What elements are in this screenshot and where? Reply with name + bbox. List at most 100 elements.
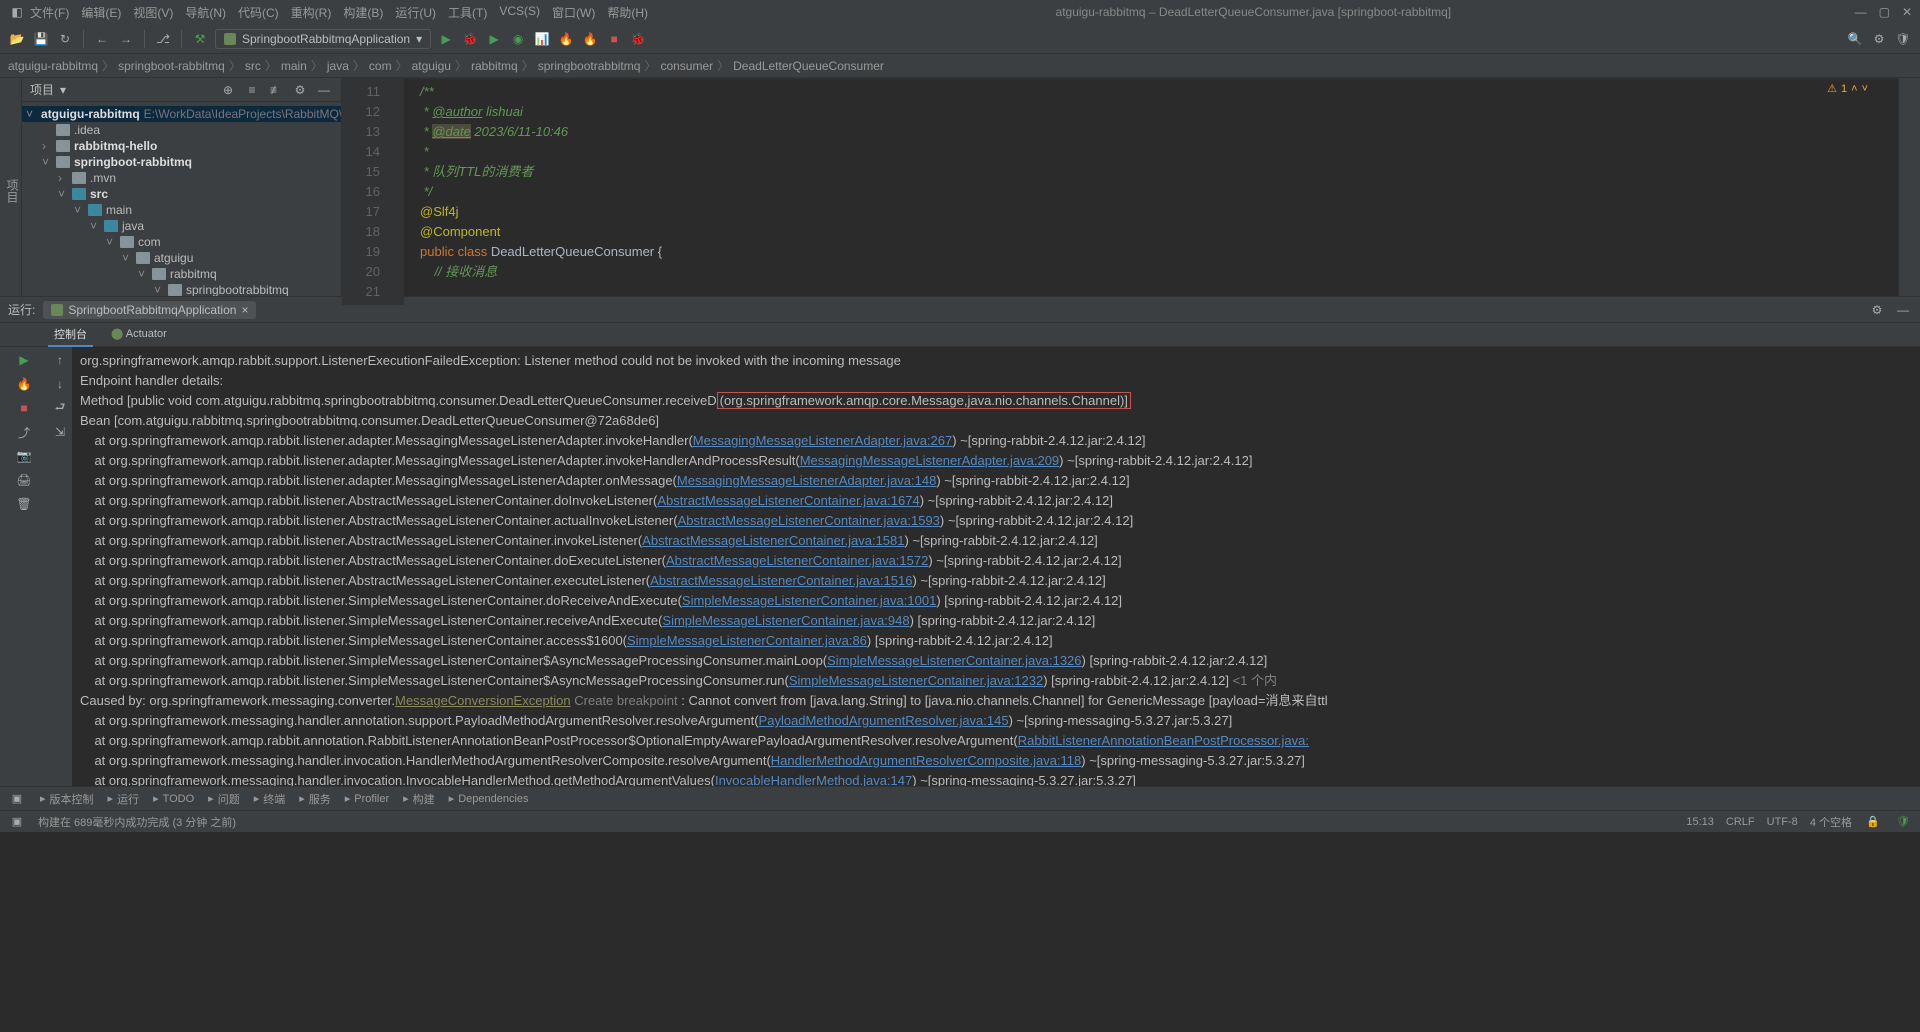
- run-config-selector[interactable]: SpringbootRabbitmqApplication ▾: [215, 29, 431, 49]
- lock-icon[interactable]: 🔒: [1864, 813, 1882, 831]
- vcs-action-icon[interactable]: ⎇: [154, 30, 172, 48]
- coverage-icon[interactable]: ◉: [509, 30, 527, 48]
- right-stripe[interactable]: [1898, 78, 1920, 296]
- breadcrumb-item[interactable]: atguigu-rabbitmq: [8, 59, 98, 73]
- stacktrace-link[interactable]: MessagingMessageListenerAdapter.java:267: [693, 433, 952, 448]
- bottom-tab[interactable]: ▸ TODO: [153, 792, 194, 805]
- stacktrace-link[interactable]: AbstractMessageListenerContainer.java:15…: [666, 553, 928, 568]
- camera-icon[interactable]: 📷: [15, 447, 33, 465]
- left-stripe[interactable]: 项目: [0, 78, 22, 296]
- expand-icon[interactable]: ≢: [267, 81, 285, 99]
- tree-node[interactable]: ˅atguigu: [22, 250, 341, 266]
- stacktrace-link[interactable]: InvocableHandlerMethod.java:147: [715, 773, 912, 786]
- wrap-icon[interactable]: ⮐: [51, 399, 69, 417]
- stop-icon[interactable]: ■: [15, 399, 33, 417]
- hide-icon[interactable]: —: [315, 81, 333, 99]
- stacktrace-link[interactable]: AbstractMessageListenerContainer.java:15…: [650, 573, 912, 588]
- breadcrumb-item[interactable]: main: [281, 59, 307, 73]
- gear-icon[interactable]: ⚙: [1870, 30, 1888, 48]
- stacktrace-link[interactable]: SimpleMessageListenerContainer.java:1232: [789, 673, 1043, 688]
- stacktrace-link[interactable]: AbstractMessageListenerContainer.java:15…: [678, 513, 940, 528]
- shield-icon[interactable]: 🛡: [1894, 30, 1912, 48]
- bottom-tab[interactable]: ▸ 终端: [254, 791, 286, 807]
- tree-node[interactable]: .idea: [22, 122, 341, 138]
- search-icon[interactable]: 🔍: [1846, 30, 1864, 48]
- code-text[interactable]: /** * @author lishuai * @date 2023/6/11-…: [404, 79, 1898, 305]
- stacktrace-link[interactable]: SimpleMessageListenerContainer.java:948: [662, 613, 909, 628]
- minimize-icon[interactable]: —: [1855, 5, 1867, 19]
- shield-icon[interactable]: 🛡: [1894, 813, 1912, 831]
- breadcrumb-item[interactable]: springboot-rabbitmq: [118, 59, 225, 73]
- tree-node[interactable]: ˅springboot-rabbitmq: [22, 154, 341, 170]
- menu-item[interactable]: 视图(V): [129, 2, 177, 23]
- run-icon[interactable]: ▶: [437, 30, 455, 48]
- save-icon[interactable]: 💾: [32, 30, 50, 48]
- refresh-icon[interactable]: ↻: [56, 30, 74, 48]
- tree-node[interactable]: ˅java: [22, 218, 341, 234]
- bottom-tab[interactable]: ▸ Dependencies: [449, 792, 529, 805]
- stacktrace-link[interactable]: SimpleMessageListenerContainer.java:86: [627, 633, 867, 648]
- stacktrace-link[interactable]: MessagingMessageListenerAdapter.java:209: [800, 453, 1059, 468]
- trash-icon[interactable]: 🗑: [15, 495, 33, 513]
- breadcrumb-item[interactable]: src: [245, 59, 261, 73]
- chevron-down-icon[interactable]: ˅: [1862, 83, 1868, 95]
- menu-item[interactable]: 窗口(W): [548, 2, 599, 23]
- rerun-icon[interactable]: 🐞: [629, 30, 647, 48]
- collapse-icon[interactable]: ≡: [243, 81, 261, 99]
- breadcrumb-item[interactable]: DeadLetterQueueConsumer: [733, 59, 884, 73]
- breadcrumb-item[interactable]: java: [327, 59, 349, 73]
- file-encoding[interactable]: UTF-8: [1767, 816, 1798, 828]
- tree-node[interactable]: ›rabbitmq-hello: [22, 138, 341, 154]
- menu-item[interactable]: 导航(N): [181, 2, 230, 23]
- stacktrace-link[interactable]: SimpleMessageListenerContainer.java:1326: [827, 653, 1081, 668]
- bottom-tab[interactable]: ▸ Profiler: [345, 792, 389, 805]
- bottom-tab[interactable]: ▸ 服务: [299, 791, 331, 807]
- tab-console[interactable]: 控制台: [48, 323, 93, 347]
- inspection-warnings[interactable]: ⚠ 1 ˄ ˅: [1827, 82, 1868, 95]
- project-tool-label[interactable]: 项目: [5, 179, 19, 203]
- tab-actuator[interactable]: ⬤ Actuator: [105, 324, 173, 345]
- caret-position[interactable]: 15:13: [1686, 816, 1714, 828]
- attach-icon[interactable]: 🔥: [557, 30, 575, 48]
- tree-node[interactable]: ˅springbootrabbitmq: [22, 282, 341, 296]
- tree-node[interactable]: ˅src: [22, 186, 341, 202]
- tree-root[interactable]: ˅ atguigu-rabbitmq E:\WorkData\IdeaProje…: [22, 106, 341, 122]
- bottom-tab[interactable]: ▸ 运行: [108, 791, 140, 807]
- breadcrumb-item[interactable]: consumer: [660, 59, 713, 73]
- status-icon[interactable]: ▣: [8, 813, 26, 831]
- play2-icon[interactable]: ▶: [485, 30, 503, 48]
- hotswap-icon[interactable]: 🔥: [15, 375, 33, 393]
- stop-icon[interactable]: ■: [605, 30, 623, 48]
- open-icon[interactable]: 📂: [8, 30, 26, 48]
- tree-node[interactable]: ›.mvn: [22, 170, 341, 186]
- stacktrace-link[interactable]: AbstractMessageListenerContainer.java:16…: [657, 493, 919, 508]
- bottom-tab[interactable]: ▸ 构建: [403, 791, 435, 807]
- tree-node[interactable]: ˅main: [22, 202, 341, 218]
- stacktrace-link[interactable]: AbstractMessageListenerContainer.java:15…: [642, 533, 904, 548]
- menu-item[interactable]: 运行(U): [391, 2, 440, 23]
- menu-item[interactable]: 帮助(H): [603, 2, 652, 23]
- up-icon[interactable]: ↑: [51, 351, 69, 369]
- line-separator[interactable]: CRLF: [1726, 816, 1755, 828]
- rerun-icon[interactable]: ▶: [15, 351, 33, 369]
- debug-icon[interactable]: 🐞: [461, 30, 479, 48]
- stacktrace-link[interactable]: PayloadMethodArgumentResolver.java:145: [759, 713, 1009, 728]
- bottom-tab[interactable]: ▸ 问题: [208, 791, 240, 807]
- indent-setting[interactable]: 4 个空格: [1810, 814, 1852, 830]
- menu-item[interactable]: 重构(R): [287, 2, 336, 23]
- back-icon[interactable]: ←: [93, 30, 111, 48]
- tree-node[interactable]: ˅com: [22, 234, 341, 250]
- stacktrace-link[interactable]: RabbitListenerAnnotationBeanPostProcesso…: [1018, 733, 1309, 748]
- tool-icon[interactable]: ▣: [8, 790, 26, 808]
- scroll-icon[interactable]: ⇲: [51, 423, 69, 441]
- menu-item[interactable]: 编辑(E): [77, 2, 125, 23]
- print-icon[interactable]: 🖨: [15, 471, 33, 489]
- attach2-icon[interactable]: 🔥: [581, 30, 599, 48]
- hammer-icon[interactable]: ⚒: [191, 30, 209, 48]
- breadcrumb-item[interactable]: rabbitmq: [471, 59, 518, 73]
- close-icon[interactable]: ×: [241, 303, 248, 317]
- project-tree[interactable]: ˅ atguigu-rabbitmq E:\WorkData\IdeaProje…: [22, 102, 341, 296]
- profile-icon[interactable]: 📊: [533, 30, 551, 48]
- stacktrace-link[interactable]: HandlerMethodArgumentResolverComposite.j…: [771, 753, 1081, 768]
- code-editor[interactable]: 1112131415161718192021 /** * @author lis…: [342, 79, 1898, 305]
